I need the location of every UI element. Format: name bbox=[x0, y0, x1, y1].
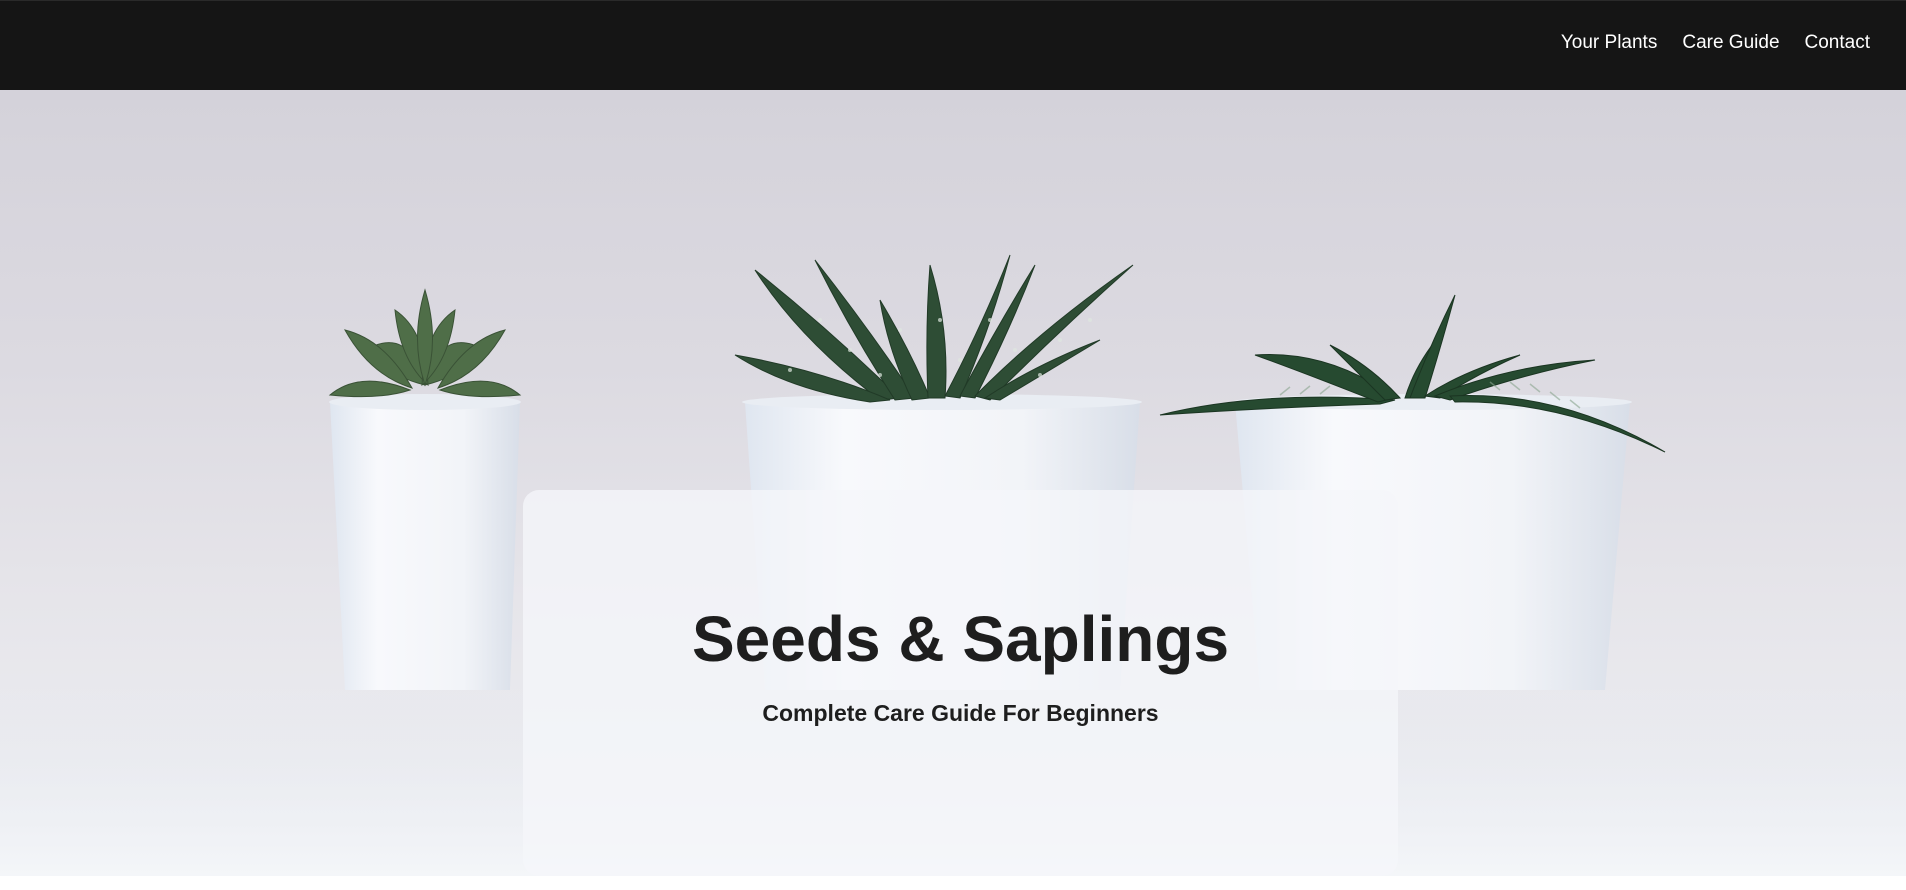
main-nav: Your Plants Care Guide Contact bbox=[1561, 31, 1870, 55]
hero-subtitle: Complete Care Guide For Beginners bbox=[762, 700, 1159, 726]
hero-banner: Seeds & Saplings Complete Care Guide For… bbox=[0, 90, 1906, 876]
nav-link-contact[interactable]: Contact bbox=[1805, 31, 1870, 55]
hero-card: Seeds & Saplings Complete Care Guide For… bbox=[523, 490, 1398, 876]
left-succulent bbox=[328, 288, 522, 690]
top-navbar: Your Plants Care Guide Contact bbox=[0, 0, 1906, 90]
hero-title: Seeds & Saplings bbox=[691, 603, 1230, 675]
nav-link-care-guide[interactable]: Care Guide bbox=[1682, 31, 1779, 55]
nav-link-your-plants[interactable]: Your Plants bbox=[1561, 31, 1657, 55]
